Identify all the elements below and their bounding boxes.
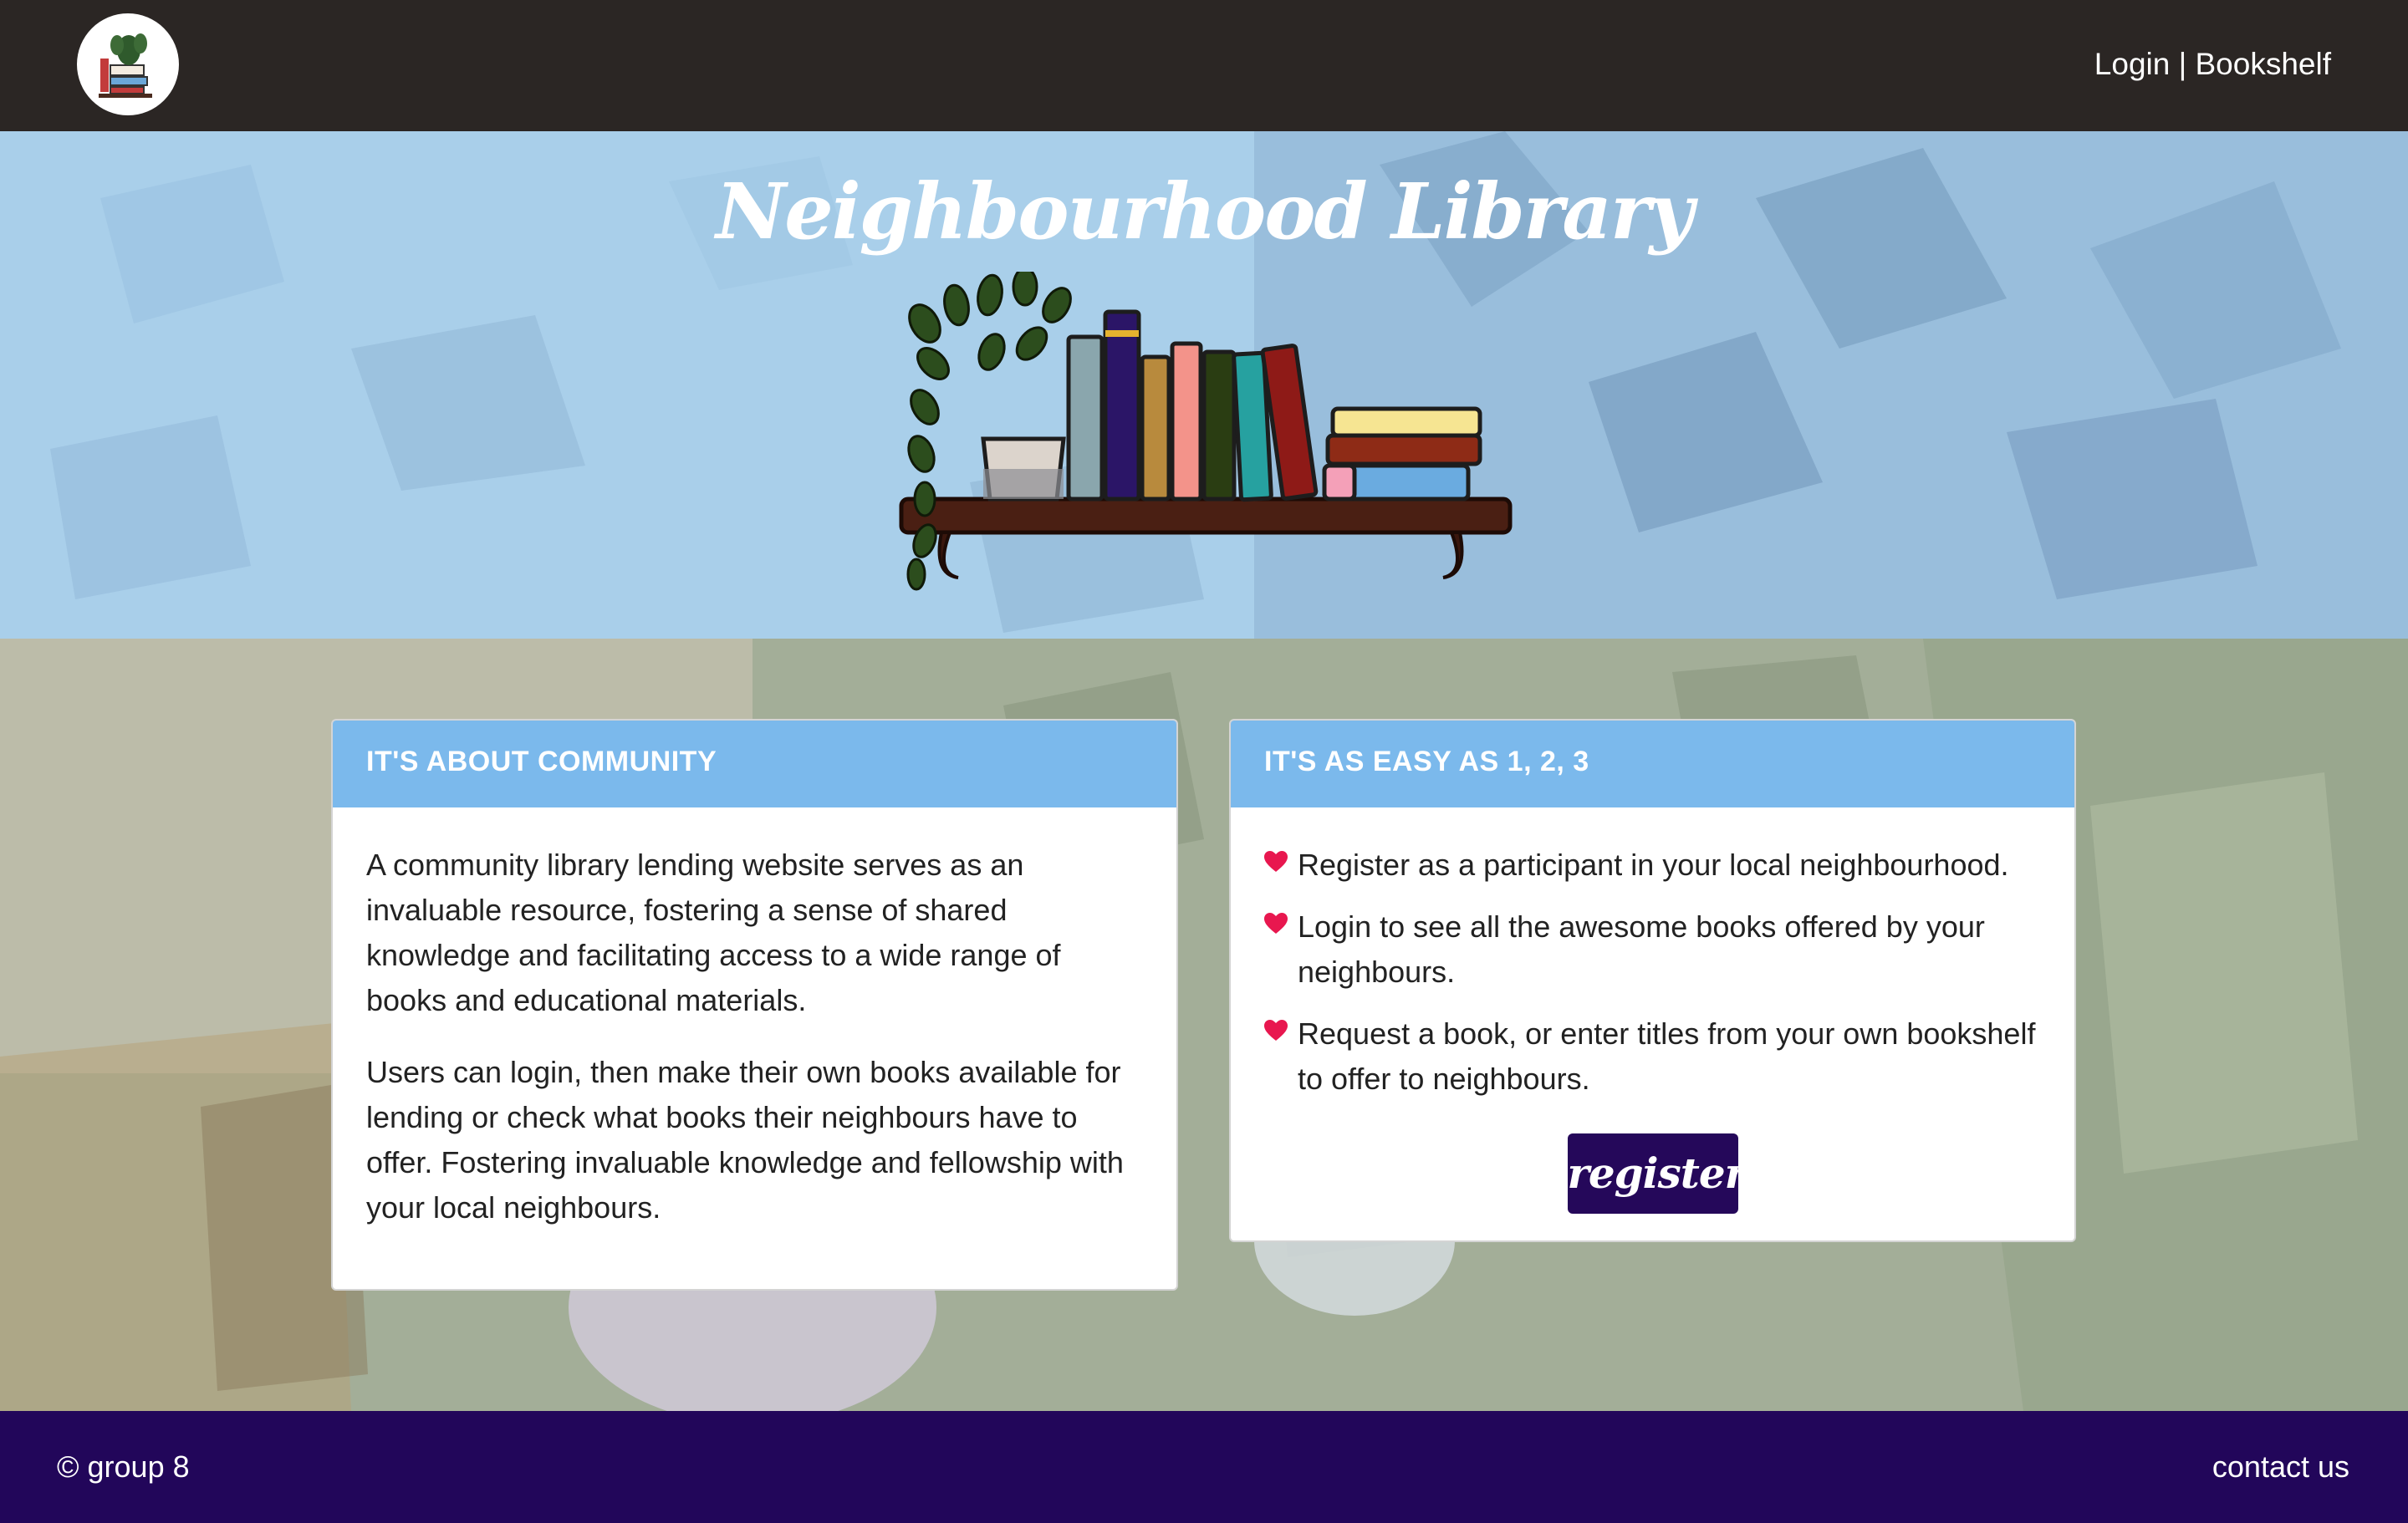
register-button[interactable]: register <box>1567 1133 1747 1214</box>
nav-bookshelf-link[interactable]: Bookshelf <box>2196 47 2332 81</box>
site-title: Neighbourhood Library <box>716 166 1694 257</box>
step-text: Login to see all the awesome books offer… <box>1298 909 1985 989</box>
steps-card: IT'S AS EASY AS 1, 2, 3 Register as a pa… <box>1229 719 2076 1242</box>
contact-us-link[interactable]: contact us <box>2212 1449 2349 1485</box>
step-text: Request a book, or enter titles from you… <box>1298 1016 2036 1096</box>
bookshelf-illustration-icon <box>899 272 1513 591</box>
steps-list: Register as a participant in your local … <box>1264 843 2041 1102</box>
nav-separator: | <box>2170 47 2196 81</box>
nav-links: Login | Bookshelf <box>2094 47 2331 82</box>
community-card: IT'S ABOUT COMMUNITY A community library… <box>331 719 1178 1291</box>
hero-banner: Neighbourhood Library <box>0 131 2408 639</box>
heart-bullet-icon <box>1264 913 1288 934</box>
bookshelf-logo-icon <box>99 33 152 98</box>
navbar: Login | Bookshelf <box>0 0 2408 131</box>
footer: © group 8 contact us <box>0 1411 2408 1523</box>
step-item: Register as a participant in your local … <box>1264 843 2041 888</box>
steps-card-header: IT'S AS EASY AS 1, 2, 3 <box>1231 721 2074 807</box>
step-text: Register as a participant in your local … <box>1298 848 2009 882</box>
site-logo[interactable] <box>77 13 179 115</box>
community-card-body: A community library lending website serv… <box>333 807 1176 1264</box>
copyright-text: © group 8 <box>57 1449 190 1484</box>
step-item: Request a book, or enter titles from you… <box>1264 1011 2041 1102</box>
nav-login-link[interactable]: Login <box>2094 47 2171 81</box>
step-item: Login to see all the awesome books offer… <box>1264 904 2041 995</box>
heart-bullet-icon <box>1264 851 1288 872</box>
steps-card-body: Register as a participant in your local … <box>1231 807 2074 1240</box>
community-paragraph-2: Users can login, then make their own boo… <box>366 1055 1124 1225</box>
heart-bullet-icon <box>1264 1020 1288 1041</box>
community-paragraph-1: A community library lending website serv… <box>366 848 1061 1017</box>
community-card-header: IT'S ABOUT COMMUNITY <box>333 721 1176 807</box>
